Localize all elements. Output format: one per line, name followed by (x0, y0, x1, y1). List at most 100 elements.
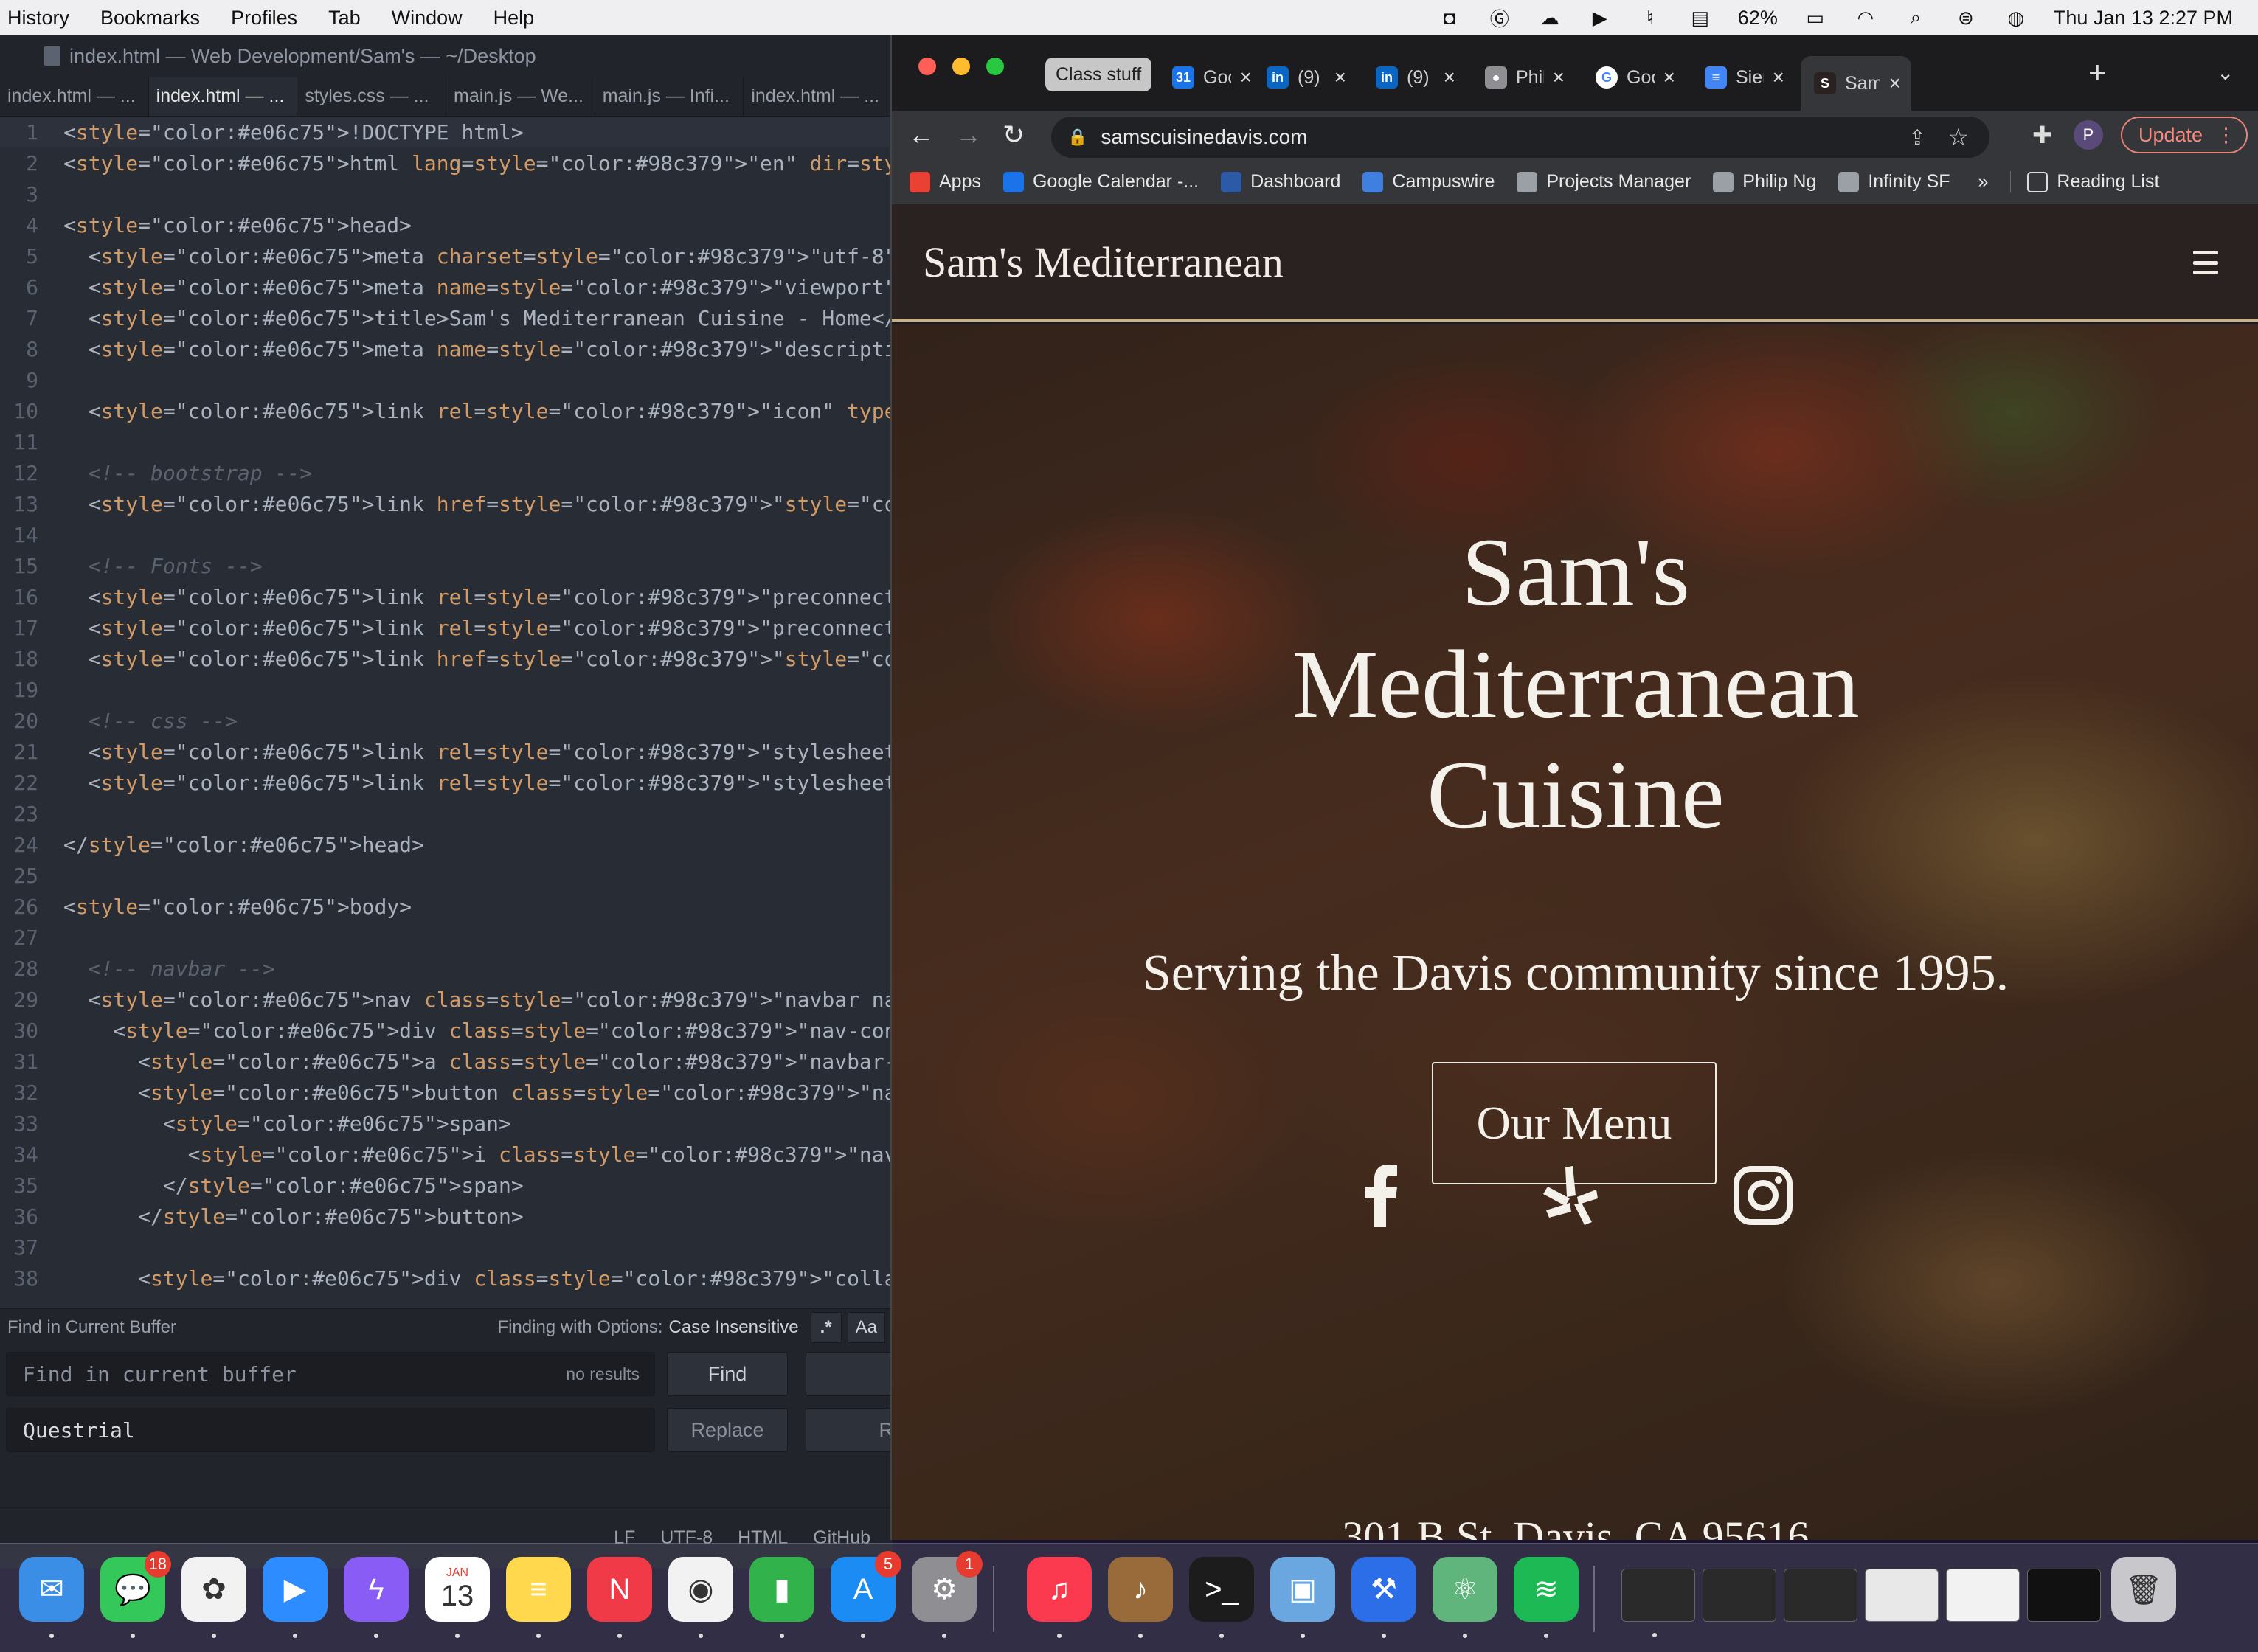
browser-tab[interactable]: in (9) c × (1253, 56, 1357, 99)
code-line[interactable]: 4 <style="color:#e06c75">head> (0, 209, 893, 240)
find-button[interactable]: Find (667, 1352, 788, 1396)
replace-button[interactable]: Replace (667, 1408, 788, 1452)
code-line[interactable]: 14 (0, 519, 893, 550)
code-line[interactable]: 34 <style="color:#e06c75">i class=style=… (0, 1139, 893, 1170)
terminal-icon[interactable]: >_ (1189, 1557, 1254, 1638)
grammarly-icon[interactable]: Ⓖ (1487, 7, 1512, 30)
code-line[interactable]: 32 <style="color:#e06c75">button class=s… (0, 1077, 893, 1108)
system-preferences-icon[interactable]: ⚙ 1 (912, 1551, 983, 1638)
new-tab-button[interactable]: + (2088, 55, 2107, 90)
menubar-item-tab[interactable]: Tab (328, 7, 361, 30)
bookmark-item[interactable]: Infinity SF (1838, 171, 1950, 192)
code-line[interactable]: 24 </style="color:#e06c75">head> (0, 829, 893, 860)
control-center-icon[interactable]: ⊜ (1953, 7, 1978, 29)
editor-tab[interactable]: index.html — ... (0, 77, 149, 116)
battery-icon[interactable]: ▭ (1803, 7, 1828, 29)
spotify-icon[interactable]: ≋ (1514, 1557, 1579, 1638)
editor-tab[interactable]: index.html — ... (148, 77, 298, 116)
code-line[interactable]: 1 <style="color:#e06c75">!DOCTYPE html> (0, 117, 893, 148)
photos-icon[interactable]: ✿ (181, 1557, 246, 1638)
bookmark-star-icon[interactable]: ☆ (1947, 123, 1969, 151)
menubar-item-bookmarks[interactable]: Bookmarks (100, 7, 200, 30)
close-tab-icon[interactable]: × (1444, 66, 1466, 89)
code-line[interactable]: 12 <!-- bootstrap --> (0, 457, 893, 488)
code-line[interactable]: 7 <style="color:#e06c75">title>Sam's Med… (0, 302, 893, 333)
window-thumb-5[interactable] (1946, 1569, 2020, 1622)
zoom-icon[interactable]: ▶ (263, 1557, 328, 1638)
bookmark-item[interactable]: Campuswire (1362, 171, 1495, 192)
share-icon[interactable]: ⇪ (1909, 125, 1926, 150)
minimize-window-button[interactable] (952, 58, 970, 75)
code-line[interactable]: 23 (0, 798, 893, 829)
code-line[interactable]: 33 <style="color:#e06c75">span> (0, 1108, 893, 1139)
case-toggle[interactable]: Aa (847, 1312, 885, 1343)
code-line[interactable]: 10 <style="color:#e06c75">link rel=style… (0, 395, 893, 426)
code-line[interactable]: 38 <style="color:#e06c75">div class=styl… (0, 1263, 893, 1294)
code-line[interactable]: 11 (0, 426, 893, 457)
bookmark-item[interactable]: Apps (910, 171, 981, 192)
code-line[interactable]: 27 (0, 922, 893, 953)
regex-toggle[interactable]: .* (810, 1312, 842, 1343)
code-line[interactable]: 25 (0, 860, 893, 891)
code-line[interactable]: 22 <style="color:#e06c75">link rel=style… (0, 767, 893, 798)
profile-avatar[interactable]: P (2074, 120, 2103, 150)
editor-tab[interactable]: main.js — We... (446, 77, 595, 116)
app-store-icon[interactable]: A5 (831, 1551, 901, 1638)
code-line[interactable]: 16 <style="color:#e06c75">link rel=style… (0, 581, 893, 612)
airpods-icon[interactable]: ♮ (1638, 7, 1663, 29)
code-line[interactable]: 9 (0, 364, 893, 395)
code-line[interactable]: 37 (0, 1232, 893, 1263)
code-area[interactable]: 1 <style="color:#e06c75">!DOCTYPE html> 2 <… (0, 117, 893, 1308)
find-all-button[interactable] (806, 1352, 901, 1396)
bookmark-item[interactable]: Google Calendar -... (1002, 171, 1199, 192)
news-icon[interactable]: N (587, 1557, 652, 1638)
reading-list-button[interactable]: Reading List (2010, 171, 2159, 192)
garageband-icon[interactable]: ♪ (1108, 1557, 1173, 1638)
browser-tab[interactable]: ≡ Sien × (1691, 56, 1795, 99)
tab-group-label[interactable]: Class stuff (1045, 58, 1152, 91)
editor-tab[interactable]: main.js — Infi... (595, 77, 744, 116)
find-input[interactable]: Find in current buffer no results (6, 1352, 655, 1396)
menubar-item-history[interactable]: History (7, 7, 69, 30)
more-bookmarks-chevron[interactable]: » (1978, 171, 1989, 192)
code-line[interactable]: 5 <style="color:#e06c75">meta charset=st… (0, 240, 893, 271)
menubar-item-help[interactable]: Help (493, 7, 535, 30)
code-line[interactable]: 31 <style="color:#e06c75">a class=style=… (0, 1046, 893, 1077)
code-line[interactable]: 35 </style="color:#e06c75">span> (0, 1170, 893, 1201)
hamburger-menu-icon[interactable] (2193, 251, 2218, 274)
window-thumb-3[interactable] (1784, 1569, 1857, 1622)
reload-icon[interactable]: ↻ (1002, 119, 1025, 150)
code-line[interactable]: 3 (0, 178, 893, 209)
facebook-icon[interactable] (1348, 1162, 1414, 1229)
xcode-icon[interactable]: ⚒ (1351, 1557, 1416, 1638)
code-line[interactable]: 29 <style="color:#e06c75">nav class=styl… (0, 984, 893, 1015)
close-window-button[interactable] (918, 58, 936, 75)
trash-icon[interactable]: 🗑 (2111, 1557, 2176, 1622)
numbers-icon[interactable]: ▮ (749, 1557, 814, 1638)
browser-tab[interactable]: 31Goo× (1159, 56, 1262, 99)
yelp-icon[interactable] (1537, 1162, 1603, 1229)
replace-input[interactable]: Questrial (6, 1408, 655, 1452)
back-icon[interactable]: ← (908, 119, 935, 150)
code-line[interactable]: 8 <style="color:#e06c75">meta name=style… (0, 333, 893, 364)
update-button[interactable]: Update ⋮ (2121, 117, 2248, 153)
bookmark-item[interactable]: Projects Manager (1517, 171, 1691, 192)
search-icon[interactable]: ⌕ (1903, 6, 1928, 29)
browser-tab[interactable]: in (9) F × (1362, 56, 1466, 99)
tab-search-icon[interactable]: ⌄ (2217, 60, 2234, 85)
bookmark-item[interactable]: Dashboard (1221, 171, 1340, 192)
code-line[interactable]: 20 <!-- css --> (0, 705, 893, 736)
close-tab-icon[interactable]: × (1334, 66, 1357, 89)
code-line[interactable]: 6 <style="color:#e06c75">meta name=style… (0, 271, 893, 302)
code-line[interactable]: 21 <style="color:#e06c75">link rel=style… (0, 736, 893, 767)
code-line[interactable]: 28 <!-- navbar --> (0, 953, 893, 984)
code-line[interactable]: 19 (0, 674, 893, 705)
extensions-icon[interactable]: ✚ (2032, 121, 2052, 149)
code-line[interactable]: 18 <style="color:#e06c75">link href=styl… (0, 643, 893, 674)
editor-tab[interactable]: index.html — ... (744, 77, 893, 116)
flag-icon[interactable]: ▤ (1688, 7, 1713, 29)
messages-icon[interactable]: 💬 18 (100, 1551, 171, 1638)
window-thumb-4[interactable] (1865, 1569, 1939, 1622)
calendar-icon[interactable]: JAN 13 (425, 1557, 490, 1638)
atom-icon[interactable]: ⚛ (1433, 1557, 1497, 1638)
